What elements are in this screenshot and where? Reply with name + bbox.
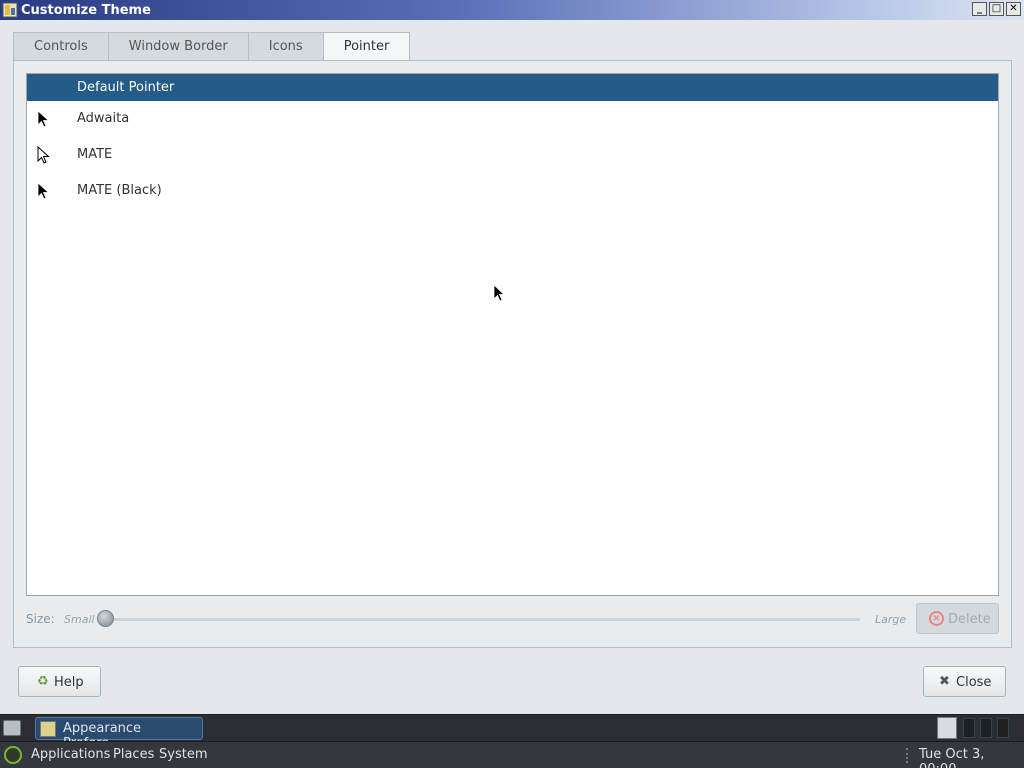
bottom-taskbar: Appearance Prefere… [0,714,1024,751]
mouse-cursor-icon [493,284,505,302]
list-item-default-pointer[interactable]: Default Pointer [27,74,998,101]
window-titlebar[interactable]: Customize Theme _ □ ✕ [0,0,1024,20]
close-button-label: Close [956,675,992,690]
menu-system[interactable]: System [159,747,207,762]
size-small-label: Small [64,613,95,626]
delete-icon: × [929,611,944,626]
minimize-button[interactable]: _ [972,2,987,16]
black-arrow-cursor-icon [37,182,50,200]
pointer-tab-panel: Default Pointer Adwaita MATE MATE (Black… [13,60,1012,648]
size-slider-handle[interactable] [97,610,114,627]
white-arrow-cursor-icon [37,146,50,164]
panel-separator [906,748,910,763]
help-button[interactable]: ♻ Help [18,666,101,697]
menu-places[interactable]: Places [113,747,154,762]
tab-icons[interactable]: Icons [247,32,324,60]
tab-controls[interactable]: Controls [13,32,109,60]
close-button[interactable]: ✖ Close [923,666,1006,697]
workspace-2[interactable] [980,718,992,738]
list-item-adwaita[interactable]: Adwaita [27,105,998,132]
appearance-app-icon [2,2,18,18]
list-item-mate-black[interactable]: MATE (Black) [27,177,998,204]
workspace-1[interactable] [963,718,975,738]
help-button-label: Help [54,675,84,690]
menu-applications[interactable]: Applications [31,747,110,762]
taskbar-window-button[interactable]: Appearance Prefere… [35,717,203,751]
tab-bar: Controls Window Border Icons Pointer [13,32,411,61]
show-desktop-icon[interactable] [3,720,21,736]
tab-window-border[interactable]: Window Border [107,32,249,60]
appearance-app-icon [40,721,56,737]
list-item-label: Adwaita [77,111,130,126]
window-title: Customize Theme [21,3,151,18]
customize-theme-window: Controls Window Border Icons Pointer Def… [0,20,1024,714]
close-icon: ✖ [939,674,950,689]
tab-pointer[interactable]: Pointer [322,32,411,61]
list-item-label: Default Pointer [77,80,175,95]
tray-app-icon[interactable] [937,717,957,739]
list-item-mate[interactable]: MATE [27,141,998,168]
help-icon: ♻ [37,674,49,689]
list-item-label: MATE [77,147,113,162]
pointer-theme-list[interactable]: Default Pointer Adwaita MATE MATE (Black… [26,73,999,596]
list-item-label: MATE (Black) [77,183,162,198]
delete-button-label: Delete [948,612,991,627]
menu-panel: Applications Places System Tue Oct 3, 00… [0,741,1024,768]
maximize-button[interactable]: □ [989,2,1004,16]
size-label: Size: [26,612,55,626]
delete-button[interactable]: × Delete [916,603,999,634]
close-window-button[interactable]: ✕ [1006,2,1021,16]
workspace-3[interactable] [997,718,1009,738]
clock[interactable]: Tue Oct 3, 00:00 [919,747,1024,768]
size-slider[interactable] [102,618,860,621]
black-arrow-cursor-icon [37,110,50,128]
mate-logo-icon[interactable] [4,746,22,764]
size-large-label: Large [875,613,907,626]
